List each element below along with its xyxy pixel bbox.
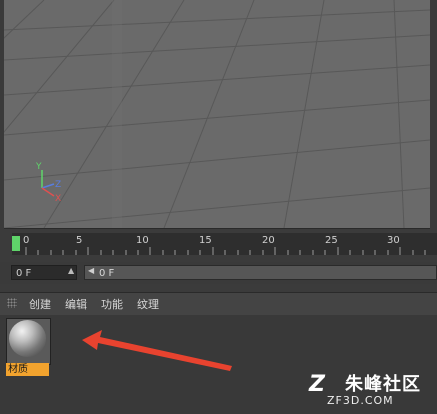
- axis-y-label: Y: [36, 162, 42, 172]
- tick-label: 15: [199, 235, 212, 246]
- menu-texture[interactable]: 纹理: [137, 296, 159, 312]
- axis-x-label: X: [55, 194, 62, 204]
- right-edge: [430, 0, 437, 230]
- menu-edit[interactable]: 编辑: [65, 296, 87, 312]
- tick-label: 10: [136, 235, 149, 246]
- tick-label: 25: [325, 235, 338, 246]
- tick-label: 0: [23, 235, 30, 246]
- axis-z-label: Z: [55, 180, 62, 190]
- menu-function[interactable]: 功能: [101, 296, 123, 312]
- watermark-site: ZF3D.COM: [327, 394, 394, 407]
- grip-icon[interactable]: [7, 298, 17, 308]
- range-left-arrow-icon[interactable]: ◀: [88, 266, 94, 275]
- watermark: Z 朱峰社区 ZF3D.COM: [305, 368, 437, 414]
- timeline-playhead[interactable]: [12, 236, 20, 251]
- frame-stepper-icon[interactable]: ▲: [68, 266, 74, 275]
- 3d-viewport[interactable]: Y Z X: [4, 0, 430, 229]
- tick-label: 30: [387, 235, 400, 246]
- menu-create[interactable]: 创建: [29, 296, 51, 312]
- timeline-ruler[interactable]: [0, 230, 437, 260]
- watermark-name: 朱峰社区: [345, 374, 421, 395]
- material-name-label[interactable]: 材质: [6, 363, 49, 376]
- tick-label: 20: [262, 235, 275, 246]
- material-sphere-icon[interactable]: [9, 320, 46, 357]
- tick-label: 5: [76, 235, 83, 246]
- frame-range-slider[interactable]: 0 F: [84, 265, 437, 280]
- watermark-logo: Z: [309, 372, 325, 397]
